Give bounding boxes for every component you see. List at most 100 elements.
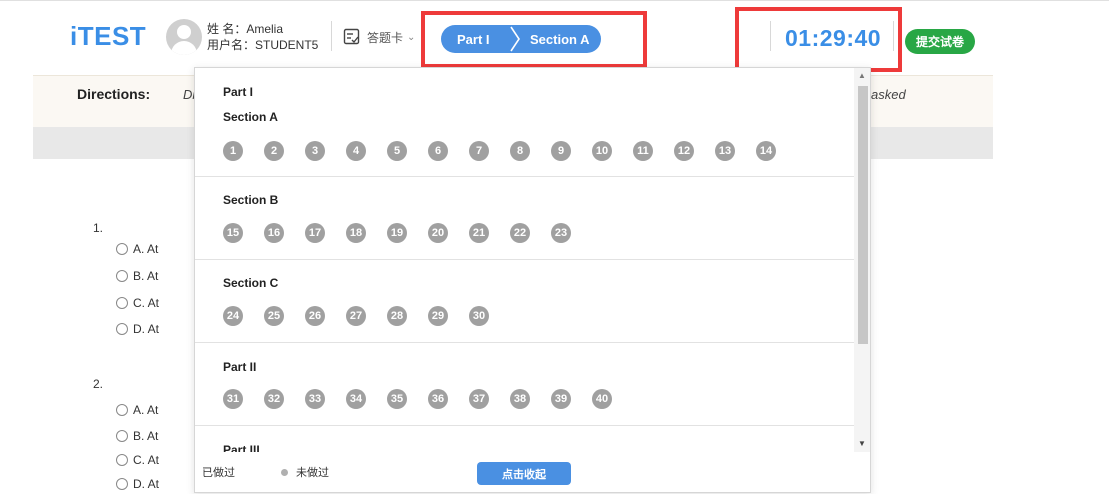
option-c[interactable]: C. At [116, 453, 159, 467]
scroll-down-icon[interactable]: ▼ [858, 439, 866, 448]
question-number-button[interactable]: 2 [264, 141, 284, 161]
part-title: Part II [223, 360, 257, 374]
legend-undone: 未做过 [281, 464, 329, 480]
question-number-button[interactable]: 30 [469, 306, 489, 326]
question-number-button[interactable]: 37 [469, 389, 489, 409]
section-title: Section C [223, 276, 279, 290]
answer-card-label: 答题卡 [367, 30, 404, 45]
question-numbers: 1 2 3 4 5 6 7 8 9 10 11 12 13 14 [223, 141, 797, 161]
radio-icon [116, 404, 128, 416]
question-number-button[interactable]: 20 [428, 223, 448, 243]
question-number-button[interactable]: 36 [428, 389, 448, 409]
question-number-button[interactable]: 18 [346, 223, 366, 243]
radio-icon [116, 430, 128, 442]
highlight-timer [735, 7, 902, 72]
option-d[interactable]: D. At [116, 477, 159, 491]
avatar [166, 19, 202, 55]
question-number-button[interactable]: 31 [223, 389, 243, 409]
question-number-button[interactable]: 11 [633, 141, 653, 161]
question-number-button[interactable]: 10 [592, 141, 612, 161]
question-numbers: 15 16 17 18 19 20 21 22 23 [223, 223, 592, 243]
option-b[interactable]: B. At [116, 269, 158, 283]
undone-dot-icon [281, 468, 288, 476]
radio-icon [116, 243, 128, 255]
question-number-button[interactable]: 16 [264, 223, 284, 243]
highlight-breadcrumb [421, 11, 647, 68]
name-label: 姓 名： [207, 22, 247, 36]
part-title: Part III [223, 443, 260, 452]
question-number-button[interactable]: 14 [756, 141, 776, 161]
directions-text-right: asked [871, 87, 906, 102]
directions-label: Directions: [77, 86, 151, 102]
radio-icon [116, 270, 128, 282]
question-number-button[interactable]: 35 [387, 389, 407, 409]
question-number-button[interactable]: 29 [428, 306, 448, 326]
question-number-button[interactable]: 24 [223, 306, 243, 326]
user-info: 姓 名： Amelia 用户名： STUDENT5 [207, 21, 318, 53]
question-number-button[interactable]: 22 [510, 223, 530, 243]
question-number-button[interactable]: 13 [715, 141, 735, 161]
question-number-button[interactable]: 4 [346, 141, 366, 161]
question-number-button[interactable]: 39 [551, 389, 571, 409]
question-number-button[interactable]: 38 [510, 389, 530, 409]
option-c[interactable]: C. At [116, 296, 159, 310]
chevron-down-icon: ⌄ [407, 31, 416, 43]
answer-card-panel: Part I Section A 1 2 3 4 5 6 7 8 9 10 11 12 13 14 Sec… [194, 67, 871, 493]
radio-icon [116, 478, 128, 490]
question-number: 2. [93, 377, 104, 391]
question-number-button[interactable]: 34 [346, 389, 366, 409]
scrollbar[interactable]: ▲ ▼ [854, 68, 870, 452]
itest-logo: iTEST [70, 21, 147, 51]
question-number-button[interactable]: 8 [510, 141, 530, 161]
question-number-button[interactable]: 3 [305, 141, 325, 161]
answer-card-footer: 已做过 未做过 点击收起 [195, 452, 870, 492]
question-number-button[interactable]: 15 [223, 223, 243, 243]
option-a[interactable]: A. At [116, 242, 158, 256]
username-label: 用户名： [207, 38, 256, 52]
question-number-button[interactable]: 25 [264, 306, 284, 326]
divider [331, 21, 332, 51]
name-value: Amelia [246, 22, 284, 36]
part-title: Part I [223, 85, 254, 99]
scroll-up-icon[interactable]: ▲ [858, 71, 866, 80]
question-number: 1. [93, 221, 104, 235]
group-part3: Part III [195, 426, 854, 452]
question-number-button[interactable]: 27 [346, 306, 366, 326]
question-number-button[interactable]: 1 [223, 141, 243, 161]
question-numbers: 24 25 26 27 28 29 30 [223, 306, 510, 326]
question-number-button[interactable]: 28 [387, 306, 407, 326]
question-numbers: 31 32 33 34 35 36 37 38 39 40 [223, 389, 633, 409]
section-title: Section A [223, 110, 278, 124]
question-number-button[interactable]: 5 [387, 141, 407, 161]
question-number-button[interactable]: 19 [387, 223, 407, 243]
answer-card-icon [343, 28, 360, 45]
question-number-button[interactable]: 6 [428, 141, 448, 161]
question-number-button[interactable]: 7 [469, 141, 489, 161]
question-number-button[interactable]: 21 [469, 223, 489, 243]
exam-page: iTEST 姓 名： Amelia 用户名： STUDENT5 答题卡 ⌄ Part… [0, 0, 1109, 494]
submit-exam-button[interactable]: 提交试卷 [905, 29, 975, 54]
question-number-button[interactable]: 17 [305, 223, 325, 243]
radio-icon [116, 323, 128, 335]
question-number-button[interactable]: 12 [674, 141, 694, 161]
group-part1-section-a: Part I Section A 1 2 3 4 5 6 7 8 9 10 11 12 13 14 [195, 68, 854, 177]
answer-card-list: Part I Section A 1 2 3 4 5 6 7 8 9 10 11 12 13 14 Sec… [195, 68, 854, 452]
answer-card-toggle[interactable]: 答题卡 ⌄ [343, 28, 415, 46]
option-d[interactable]: D. At [116, 322, 159, 336]
username-value: STUDENT5 [255, 38, 319, 52]
group-part2: Part II 31 32 33 34 35 36 37 38 39 40 [195, 343, 854, 426]
group-section-b: Section B 15 16 17 18 19 20 21 22 23 [195, 177, 854, 260]
radio-icon [116, 454, 128, 466]
question-number-button[interactable]: 40 [592, 389, 612, 409]
question-number-button[interactable]: 26 [305, 306, 325, 326]
scrollbar-thumb[interactable] [858, 86, 868, 344]
question-number-button[interactable]: 23 [551, 223, 571, 243]
question-number-button[interactable]: 33 [305, 389, 325, 409]
collapse-button[interactable]: 点击收起 [477, 462, 571, 485]
question-number-button[interactable]: 9 [551, 141, 571, 161]
section-title: Section B [223, 193, 279, 207]
group-section-c: Section C 24 25 26 27 28 29 30 [195, 260, 854, 343]
option-b[interactable]: B. At [116, 429, 158, 443]
question-number-button[interactable]: 32 [264, 389, 284, 409]
option-a[interactable]: A. At [116, 403, 158, 417]
